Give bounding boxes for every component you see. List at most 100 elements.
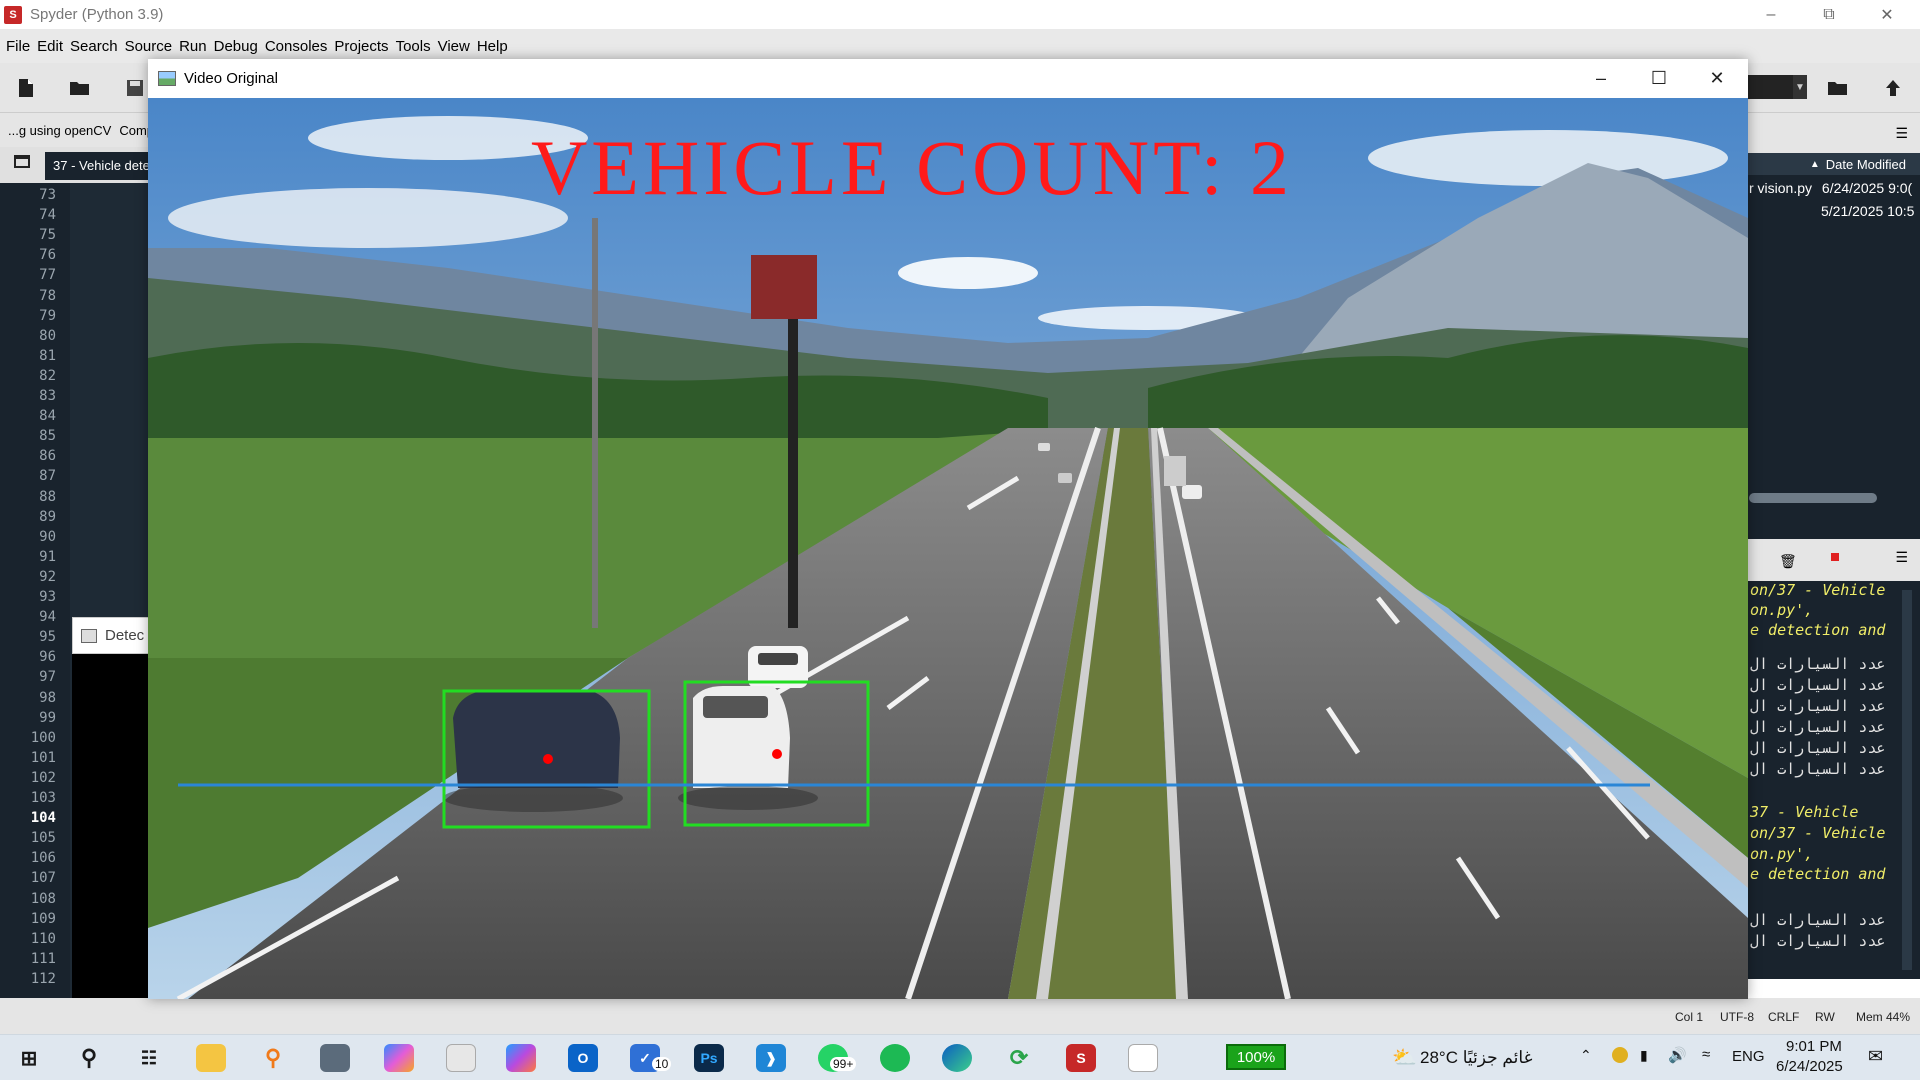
menu-help[interactable]: Help [477, 38, 508, 55]
edge-icon[interactable] [942, 1044, 972, 1072]
files-column-header[interactable]: ▲ Date Modified [1747, 153, 1920, 175]
menu-run[interactable]: Run [179, 38, 207, 55]
menu-consoles[interactable]: Consoles [265, 38, 328, 55]
battery-icon[interactable]: ▮ [1640, 1047, 1648, 1064]
menu-search[interactable]: Search [70, 38, 118, 55]
visual-studio-code-icon[interactable]: ❱ [756, 1044, 786, 1072]
open-file-icon[interactable] [69, 77, 91, 99]
line-number: 97 [39, 669, 56, 686]
save-file-icon[interactable] [124, 77, 146, 99]
video-window-titlebar[interactable]: Video Original – ☐ ✕ [148, 59, 1748, 98]
menu-projects[interactable]: Projects [334, 38, 388, 55]
video-window-title: Video Original [184, 70, 278, 87]
photoshop-icon[interactable]: Ps [694, 1044, 724, 1072]
refresh-app-icon[interactable]: ⟳ [1004, 1044, 1034, 1072]
wifi-icon[interactable]: ≈ [1702, 1046, 1710, 1063]
microsoft-store-icon[interactable] [446, 1044, 476, 1072]
spyder-close-button[interactable]: ✕ [1858, 0, 1916, 29]
line-number: 94 [39, 609, 56, 626]
console-line: عدد السيارات ال [1750, 739, 1886, 757]
file-row[interactable]: 5/21/2025 10:5 [1821, 203, 1914, 219]
console-line: 37 - Vehicle [1750, 803, 1859, 821]
browse-folder-icon[interactable] [1827, 77, 1849, 99]
search-icon[interactable]: ⚲ [74, 1044, 104, 1072]
file-row[interactable]: r vision.py 6/24/2025 9:0( [1749, 180, 1912, 196]
line-number: 109 [30, 910, 56, 927]
spotify-icon[interactable] [880, 1044, 910, 1072]
line-number: 74 [39, 207, 56, 224]
editor-tab-active[interactable]: 37 - Vehicle dete [45, 152, 155, 180]
detect-window-body [72, 654, 152, 998]
menu-view[interactable]: View [438, 38, 470, 55]
calculator-icon[interactable] [320, 1044, 350, 1072]
copilot-icon[interactable] [384, 1044, 414, 1072]
menu-source[interactable]: Source [125, 38, 173, 55]
detect-window-titlebar[interactable]: Detec [72, 617, 152, 654]
menu-tools[interactable]: Tools [396, 38, 431, 55]
line-number: 107 [30, 870, 56, 887]
line-number: 110 [30, 930, 56, 947]
file-name: r vision.py [1749, 180, 1813, 196]
notepad-icon[interactable] [1128, 1044, 1158, 1072]
video-close-button[interactable]: ✕ [1688, 59, 1746, 98]
microsoft-365-icon[interactable] [506, 1044, 536, 1072]
line-number: 100 [30, 729, 56, 746]
video-minimize-button[interactable]: – [1572, 59, 1630, 98]
line-number: 111 [30, 950, 56, 967]
volume-icon[interactable]: 🔊 [1668, 1046, 1687, 1064]
show-hidden-icons-icon[interactable]: ⌃ [1580, 1047, 1592, 1064]
menu-file[interactable]: File [6, 38, 30, 55]
line-number: 98 [39, 689, 56, 706]
task-view-icon[interactable]: ☷ [134, 1044, 164, 1072]
files-horizontal-scrollbar[interactable] [1749, 493, 1877, 503]
chevron-down-icon[interactable]: ▼ [1793, 75, 1807, 99]
browse-tabs-icon[interactable] [14, 155, 30, 168]
parent-directory-icon[interactable] [1882, 77, 1904, 99]
console-line: on/37 - Vehicle [1750, 824, 1886, 842]
line-number: 83 [39, 388, 56, 404]
language-indicator[interactable]: ENG [1732, 1048, 1765, 1065]
spyder-taskbar-icon[interactable]: S [1066, 1044, 1096, 1072]
spyder-restore-button[interactable]: ⧉ [1800, 0, 1858, 29]
line-number: 103 [30, 790, 56, 806]
line-number: 75 [39, 227, 56, 244]
line-number: 104 [30, 810, 56, 827]
tray-app-icon[interactable] [1612, 1047, 1628, 1063]
outlook-icon[interactable]: O [568, 1044, 598, 1072]
line-number: 96 [39, 649, 56, 666]
line-number: 105 [30, 830, 56, 847]
new-file-icon[interactable] [15, 77, 37, 99]
windows-start-icon[interactable]: ⊞ [14, 1044, 44, 1072]
weather-icon[interactable]: ⛅ [1392, 1045, 1417, 1070]
clock-time[interactable]: 9:01 PM [1786, 1038, 1842, 1055]
ipython-console[interactable]: on/37 - Vehicle on.py', e detection and عدد… [1747, 581, 1920, 979]
video-maximize-button[interactable]: ☐ [1630, 59, 1688, 98]
editor-breadcrumb: ...g using openCV Comp [0, 113, 150, 147]
weather-text[interactable]: 28°C غائم جزئيًا [1420, 1048, 1533, 1068]
notifications-icon[interactable]: ✉ [1868, 1046, 1883, 1067]
file-explorer-icon[interactable] [196, 1044, 226, 1072]
file-date: 5/21/2025 10:5 [1821, 203, 1915, 219]
line-number: 88 [39, 488, 56, 505]
clear-console-icon[interactable]: 🗑 [1779, 553, 1797, 570]
console-line: عدد السيارات ال [1750, 760, 1886, 778]
status-bar: Col 1 UTF-8 CRLF RW Mem 44% [0, 998, 1920, 1034]
video-original-window: Video Original – ☐ ✕ VEHICLE COUNT: 2 [148, 59, 1748, 999]
clock-date[interactable]: 6/24/2025 [1776, 1058, 1843, 1075]
spyder-minimize-button[interactable]: – [1742, 0, 1800, 29]
battery-indicator[interactable]: 100% [1226, 1044, 1286, 1070]
console-line: عدد السيارات ال [1750, 932, 1886, 950]
pane-options-icon[interactable]: ☰ [1895, 125, 1908, 142]
todo-badge: 10 [652, 1057, 672, 1071]
console-vertical-scrollbar[interactable] [1902, 590, 1912, 970]
search-app-icon[interactable]: ⚲ [258, 1044, 288, 1072]
line-number: 86 [39, 448, 56, 465]
pane-options-icon[interactable]: ☰ [1895, 549, 1908, 566]
line-number: 87 [39, 468, 56, 485]
menu-edit[interactable]: Edit [37, 38, 63, 55]
line-number: 108 [30, 890, 56, 907]
line-number: 76 [39, 247, 56, 264]
centroid-dot [772, 749, 782, 759]
stop-icon[interactable] [1831, 553, 1839, 561]
menu-debug[interactable]: Debug [214, 38, 258, 55]
